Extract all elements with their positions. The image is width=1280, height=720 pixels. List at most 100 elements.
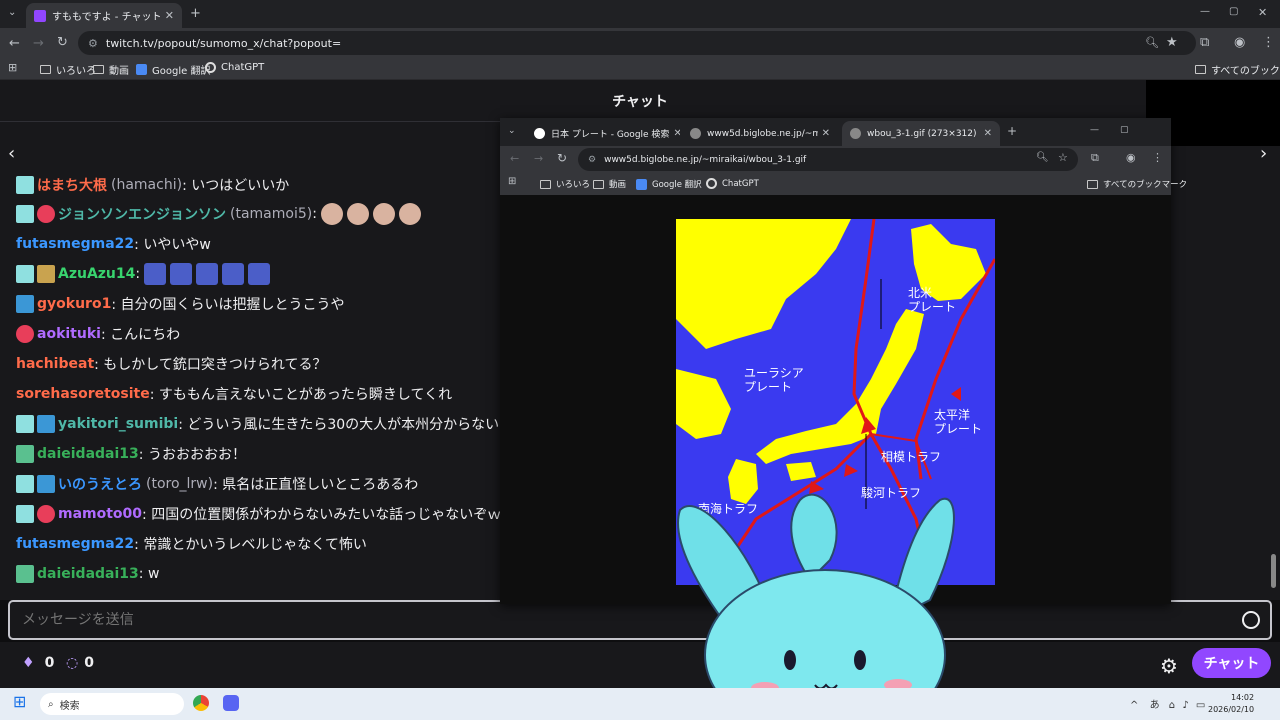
chat-username[interactable]: daieidadai13: [37, 566, 139, 582]
forward-icon[interactable]: →: [534, 153, 543, 164]
user-badge-icon[interactable]: [16, 295, 34, 313]
bookmark-google-translate[interactable]: Google 翻訳: [136, 62, 210, 77]
user-badge-icon[interactable]: [16, 445, 34, 463]
chat-send-button[interactable]: チャット: [1192, 648, 1271, 678]
bookmark-star-icon[interactable]: ☆: [1058, 152, 1068, 163]
chat-username[interactable]: futasmegma22: [16, 536, 134, 552]
user-badge-icon[interactable]: [16, 475, 34, 493]
chat-emote-icon[interactable]: [144, 263, 167, 285]
bookmark-douga[interactable]: 動画: [593, 178, 626, 190]
chat-username[interactable]: yakitori_sumibi: [58, 416, 178, 432]
apps-icon[interactable]: ⊞: [8, 62, 17, 73]
chat-username[interactable]: aokituki: [37, 326, 101, 342]
profile-icon[interactable]: ◉: [1234, 36, 1245, 49]
chat-input[interactable]: [8, 600, 1272, 640]
bookmark-douga[interactable]: 動画: [93, 62, 129, 77]
ime-indicator[interactable]: あ: [1150, 700, 1160, 711]
channel-points-counter[interactable]: ◌ 0: [66, 655, 94, 671]
forward-icon[interactable]: →: [33, 37, 44, 50]
taskbar-clock[interactable]: 14:02 2026/02/10: [1208, 692, 1254, 716]
tab-search-icon[interactable]: ⌄: [508, 127, 516, 136]
windows-start-icon[interactable]: ⊞: [13, 694, 26, 710]
chat-emote-icon[interactable]: [320, 203, 343, 225]
chat-scrollbar[interactable]: [1271, 554, 1276, 588]
apps-icon[interactable]: ⊞: [508, 177, 516, 187]
user-badge-icon[interactable]: [16, 325, 34, 343]
chat-emote-icon[interactable]: [248, 263, 271, 285]
user-badge-icon[interactable]: [16, 415, 34, 433]
chrome-taskbar-icon[interactable]: [193, 695, 209, 711]
user-badge-icon[interactable]: [16, 565, 34, 583]
new-tab-icon[interactable]: +: [190, 7, 201, 20]
chevron-right-icon[interactable]: ›: [1260, 143, 1267, 164]
chat-settings-gear-icon[interactable]: ⚙: [1160, 654, 1178, 678]
profile-icon[interactable]: ◉: [1126, 152, 1136, 163]
back-icon[interactable]: ←: [510, 153, 519, 164]
popup-tab-google[interactable]: 日本 プレート - Google 検索 ✕: [526, 121, 680, 146]
taskbar-search[interactable]: ⌕ 検索: [40, 693, 184, 715]
all-bookmarks[interactable]: すべてのブックマーク: [1195, 62, 1280, 77]
chat-username[interactable]: sorehasoretosite: [16, 386, 150, 402]
popup-address-bar[interactable]: ⚙ www5d.biglobe.ne.jp/~miraikai/wbou_3-1…: [578, 148, 1078, 171]
maximize-icon[interactable]: ▢: [1229, 7, 1238, 17]
user-badge-icon[interactable]: [16, 205, 34, 223]
bookmark-chatgpt[interactable]: ChatGPT: [706, 178, 759, 189]
site-info-icon[interactable]: ⚙: [88, 37, 98, 50]
bookmark-iroiro[interactable]: いろいろ: [40, 62, 96, 77]
popup-tab-gif[interactable]: wbou_3-1.gif (273×312) ✕: [842, 121, 1000, 146]
chat-username[interactable]: ジョンソンエンジョンソン: [58, 204, 226, 224]
all-bookmarks[interactable]: すべてのブックマーク: [1087, 178, 1187, 190]
chevron-left-icon[interactable]: ‹: [8, 143, 15, 164]
user-badge-icon[interactable]: [16, 265, 34, 283]
user-badge-icon[interactable]: [37, 265, 55, 283]
close-tab-icon[interactable]: ✕: [669, 128, 680, 139]
chat-username[interactable]: hachibeat: [16, 356, 94, 372]
reload-icon[interactable]: ↻: [57, 36, 68, 49]
user-badge-icon[interactable]: [37, 415, 55, 433]
reload-icon[interactable]: ↻: [557, 152, 567, 164]
chat-username[interactable]: gyokuro1: [37, 296, 111, 312]
close-tab-icon[interactable]: ✕: [165, 9, 174, 22]
chat-emote-icon[interactable]: [372, 203, 395, 225]
minimize-icon[interactable]: —: [1090, 126, 1099, 135]
chat-input-field[interactable]: [22, 612, 1202, 628]
discord-taskbar-icon[interactable]: [223, 695, 239, 711]
chat-emote-icon[interactable]: [170, 263, 193, 285]
user-badge-icon[interactable]: [16, 505, 34, 523]
menu-icon[interactable]: ⋮: [1262, 36, 1275, 49]
close-window-icon[interactable]: ✕: [1258, 7, 1267, 18]
bookmark-chatgpt[interactable]: ChatGPT: [205, 62, 264, 73]
user-badge-icon[interactable]: [16, 176, 34, 194]
bits-counter[interactable]: ♦ 0: [22, 655, 54, 671]
chat-username[interactable]: daieidadai13: [37, 446, 139, 462]
extensions-icon[interactable]: ⧉: [1200, 36, 1209, 49]
chat-emote-icon[interactable]: [222, 263, 245, 285]
new-tab-icon[interactable]: +: [1007, 125, 1017, 137]
menu-icon[interactable]: ⋮: [1152, 152, 1163, 163]
chat-username[interactable]: futasmegma22: [16, 236, 134, 252]
extensions-icon[interactable]: ⧉: [1091, 152, 1099, 163]
zoom-icon[interactable]: 🔍︎: [1036, 153, 1049, 163]
close-tab-icon[interactable]: ✕: [818, 128, 830, 139]
bookmark-google-translate[interactable]: Google 翻訳: [636, 178, 702, 190]
bookmark-star-icon[interactable]: ★: [1166, 36, 1178, 49]
bookmark-iroiro[interactable]: いろいろ: [540, 178, 590, 190]
chat-username[interactable]: mamoto00: [58, 506, 142, 522]
maximize-icon[interactable]: ▢: [1120, 126, 1129, 135]
chat-emote-icon[interactable]: [196, 263, 219, 285]
user-badge-icon[interactable]: [37, 505, 55, 523]
tray-chevron-icon[interactable]: ^: [1130, 700, 1138, 711]
browser-tab-twitch[interactable]: すももですよ - チャット - Twitch ✕: [26, 3, 182, 28]
user-badge-icon[interactable]: [37, 205, 55, 223]
tab-search-icon[interactable]: ⌄: [8, 8, 16, 18]
volume-icon[interactable]: ♪: [1182, 700, 1188, 711]
back-icon[interactable]: ←: [9, 37, 20, 50]
chat-emote-icon[interactable]: [346, 203, 369, 225]
minimize-icon[interactable]: —: [1200, 7, 1210, 17]
site-info-icon[interactable]: ⚙: [588, 155, 596, 165]
user-badge-icon[interactable]: [37, 475, 55, 493]
popup-tab-biglobe[interactable]: www5d.biglobe.ne.jp/~miraikai ✕: [682, 121, 838, 146]
emote-picker-icon[interactable]: [1242, 611, 1260, 629]
chat-username[interactable]: はまち大根: [37, 175, 107, 195]
system-tray[interactable]: ^ あ ⌂ ♪ ▭: [1130, 696, 1205, 711]
